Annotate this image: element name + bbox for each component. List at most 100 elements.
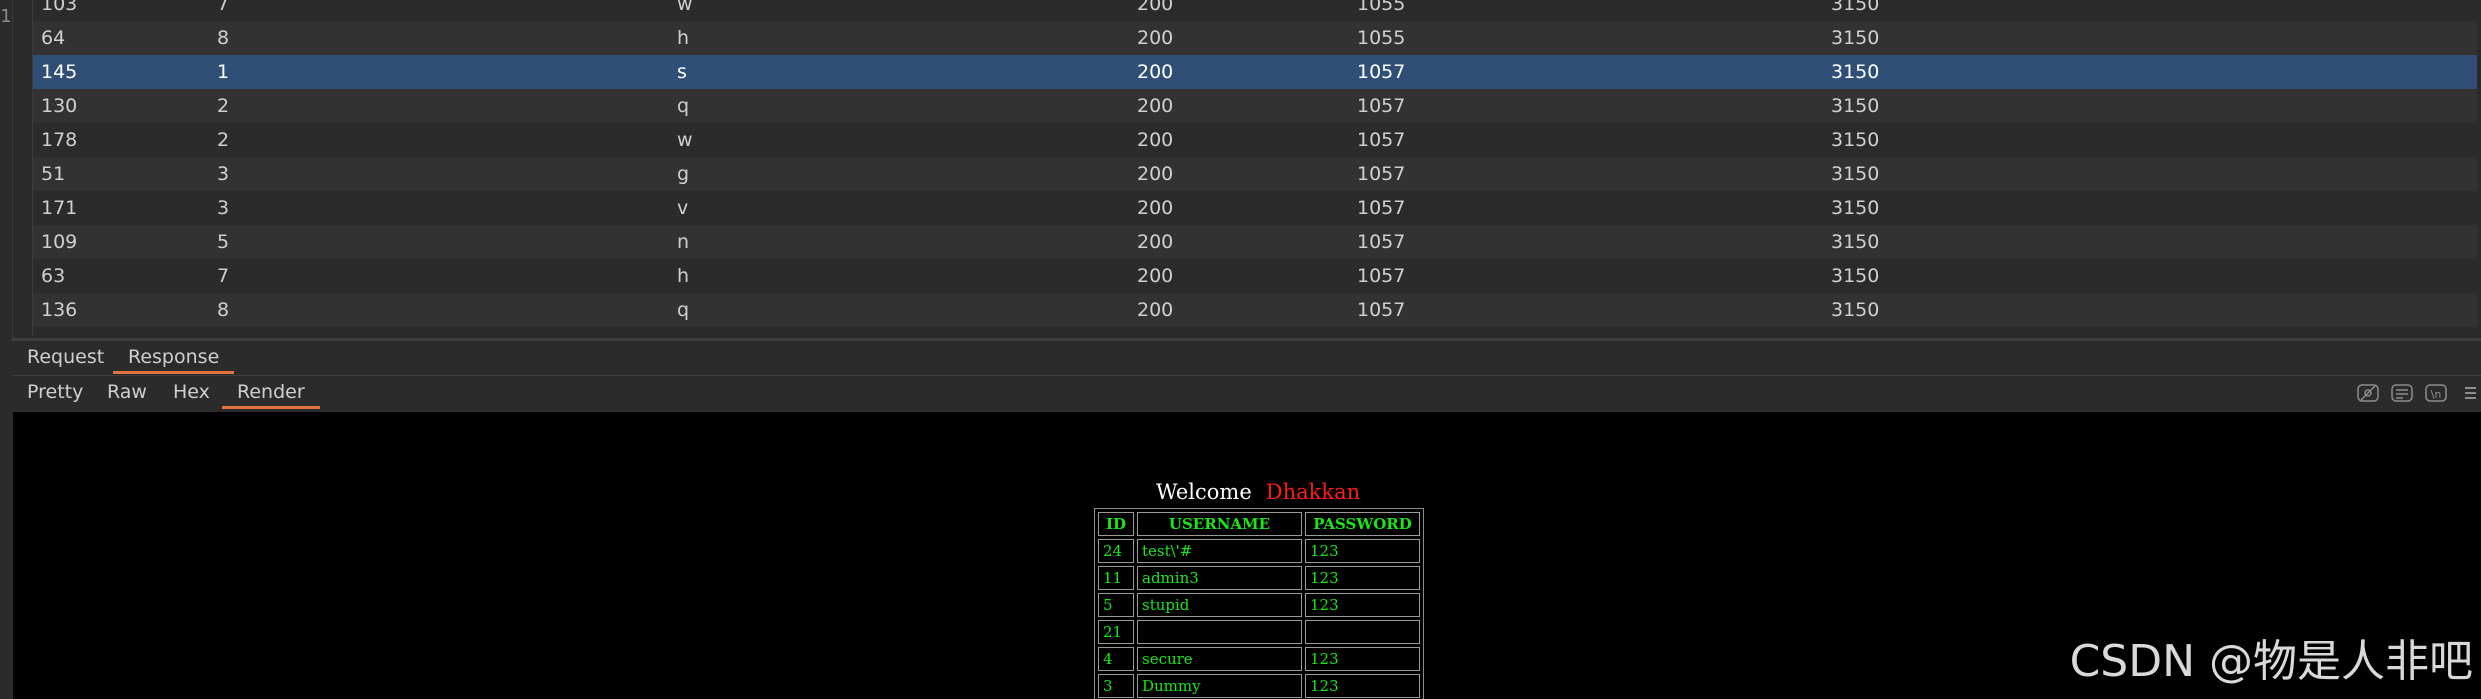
wrap-lines-icon[interactable] — [2390, 383, 2414, 405]
cell-id: 4 — [1098, 647, 1134, 671]
menu-icon[interactable] — [2458, 383, 2481, 405]
table-cell: 3150 — [1831, 299, 1880, 321]
cell-username: admin3 — [1137, 566, 1302, 590]
table-cell: n — [677, 231, 690, 253]
cell-id: 5 — [1098, 593, 1134, 617]
table-cell: 1055 — [1357, 0, 1406, 15]
table-row[interactable]: 178 2 w 200 1057 3150 — [33, 123, 2477, 157]
table-cell: 109 — [41, 231, 78, 253]
table-cell: 64 — [41, 27, 66, 49]
hide-icon[interactable] — [2356, 383, 2380, 405]
results-table[interactable]: 103 7 w 200 1055 3150 64 8 h 200 1055 3150 145 1 s 200 1… — [32, 0, 2477, 336]
table-cell: 1057 — [1357, 231, 1406, 253]
table-cell: 1057 — [1357, 61, 1406, 83]
table-cell: 3150 — [1831, 61, 1880, 83]
table-cell: 3150 — [1831, 27, 1880, 49]
table-cell: 2 — [217, 129, 230, 151]
table-cell: 3 — [217, 197, 230, 219]
cell-password: 123 — [1305, 647, 1420, 671]
table-cell: p — [677, 327, 689, 336]
cell-id: 11 — [1098, 566, 1134, 590]
header-id: ID — [1098, 512, 1134, 536]
tab-request[interactable]: Request — [12, 341, 119, 374]
users-row: 5 stupid 123 — [1098, 593, 1420, 617]
users-table: ID USERNAME PASSWORD 24 test\'# 123 11 admin… — [1094, 508, 1424, 699]
table-cell: h — [677, 265, 690, 287]
cell-password — [1305, 620, 1420, 644]
table-cell: 200 — [1137, 231, 1174, 253]
table-row[interactable]: 109 5 n 200 1057 3150 — [33, 225, 2477, 259]
table-cell: 1055 — [1357, 27, 1406, 49]
table-cell: 2 — [217, 95, 230, 117]
users-row: 21 — [1098, 620, 1420, 644]
newline-icon[interactable]: \n — [2424, 383, 2448, 405]
table-row[interactable]: 63 7 h 200 1057 3150 — [33, 259, 2477, 293]
table-cell: 200 — [1137, 327, 1173, 336]
table-row[interactable]: 171 3 v 200 1057 3150 — [33, 191, 2477, 225]
table-cell: 1058 — [1357, 327, 1405, 336]
table-cell: 1057 — [1357, 95, 1406, 117]
table-cell: 200 — [1137, 129, 1174, 151]
table-cell: 1057 — [1357, 265, 1406, 287]
table-cell: 3 — [217, 163, 230, 185]
users-row: 11 admin3 123 — [1098, 566, 1420, 590]
header-password: PASSWORD — [1305, 512, 1420, 536]
header-username: USERNAME — [1137, 512, 1302, 536]
table-cell: 3150 — [1831, 265, 1880, 287]
table-row[interactable]: 130 2 q 200 1057 3150 — [33, 89, 2477, 123]
table-cell: 1 — [217, 327, 229, 336]
cell-username: test\'# — [1137, 539, 1302, 563]
table-cell: 200 — [1137, 197, 1174, 219]
table-cell: 1057 — [1357, 197, 1406, 219]
watermark: CSDN @物是人非吧 — [2069, 636, 2473, 687]
tab-hex[interactable]: Hex — [158, 376, 225, 409]
table-row[interactable]: 64 8 h 200 1055 3150 — [33, 21, 2477, 55]
table-cell: 200 — [1137, 95, 1174, 117]
users-header-row: ID USERNAME PASSWORD — [1098, 512, 1420, 536]
editor-gutter: 1 — [0, 0, 13, 340]
table-cell: g — [677, 163, 690, 185]
table-row[interactable]: 145 1 s 200 1057 3150 — [33, 55, 2477, 89]
cell-password: 123 — [1305, 674, 1420, 698]
gutter-mark: 1 — [0, 6, 12, 27]
cell-username — [1137, 620, 1302, 644]
tab-raw[interactable]: Raw — [92, 376, 162, 409]
cell-id: 3 — [1098, 674, 1134, 698]
table-cell: 200 — [1137, 265, 1174, 287]
table-cell: w — [677, 129, 693, 151]
cell-username: stupid — [1137, 593, 1302, 617]
table-cell: 3150 — [1831, 231, 1880, 253]
table-row[interactable]: 51 3 g 200 1057 3150 — [33, 157, 2477, 191]
table-cell: 145 — [41, 61, 78, 83]
table-cell: 200 — [1137, 163, 1174, 185]
tab-pretty[interactable]: Pretty — [12, 376, 98, 409]
table-cell: q — [677, 299, 690, 321]
table-cell: 3150 — [1831, 129, 1880, 151]
table-cell: 200 — [1137, 299, 1174, 321]
view-tabs: Pretty Raw Hex Render \n — [12, 376, 2481, 412]
cell-password: 123 — [1305, 593, 1420, 617]
table-row[interactable]: 136 8 q 200 1057 3150 — [33, 293, 2477, 327]
table-cell: 3150 — [1831, 327, 1879, 336]
cell-password: 123 — [1305, 539, 1420, 563]
table-cell: h — [677, 27, 690, 49]
table-cell: 200 — [1137, 0, 1174, 15]
table-cell: 136 — [41, 299, 78, 321]
cell-id: 21 — [1098, 620, 1134, 644]
table-row[interactable]: 103 7 w 200 1055 3150 — [33, 0, 2477, 21]
table-cell: 1057 — [1357, 163, 1406, 185]
tab-render[interactable]: Render — [222, 376, 320, 409]
table-cell: 3150 — [1831, 0, 1880, 15]
welcome-line: Welcome Dhakkan — [1156, 480, 1360, 504]
table-row[interactable]: 121 1 p 200 1058 3150 — [33, 327, 2477, 336]
table-cell: v — [677, 197, 689, 219]
welcome-text: Welcome — [1156, 480, 1252, 504]
table-cell: w — [677, 0, 693, 15]
cell-id: 24 — [1098, 539, 1134, 563]
table-cell: 8 — [217, 299, 230, 321]
table-cell: 1057 — [1357, 129, 1406, 151]
tab-response[interactable]: Response — [113, 341, 235, 374]
table-cell: 200 — [1137, 27, 1174, 49]
table-cell: 7 — [217, 265, 230, 287]
cell-username: Dummy — [1137, 674, 1302, 698]
